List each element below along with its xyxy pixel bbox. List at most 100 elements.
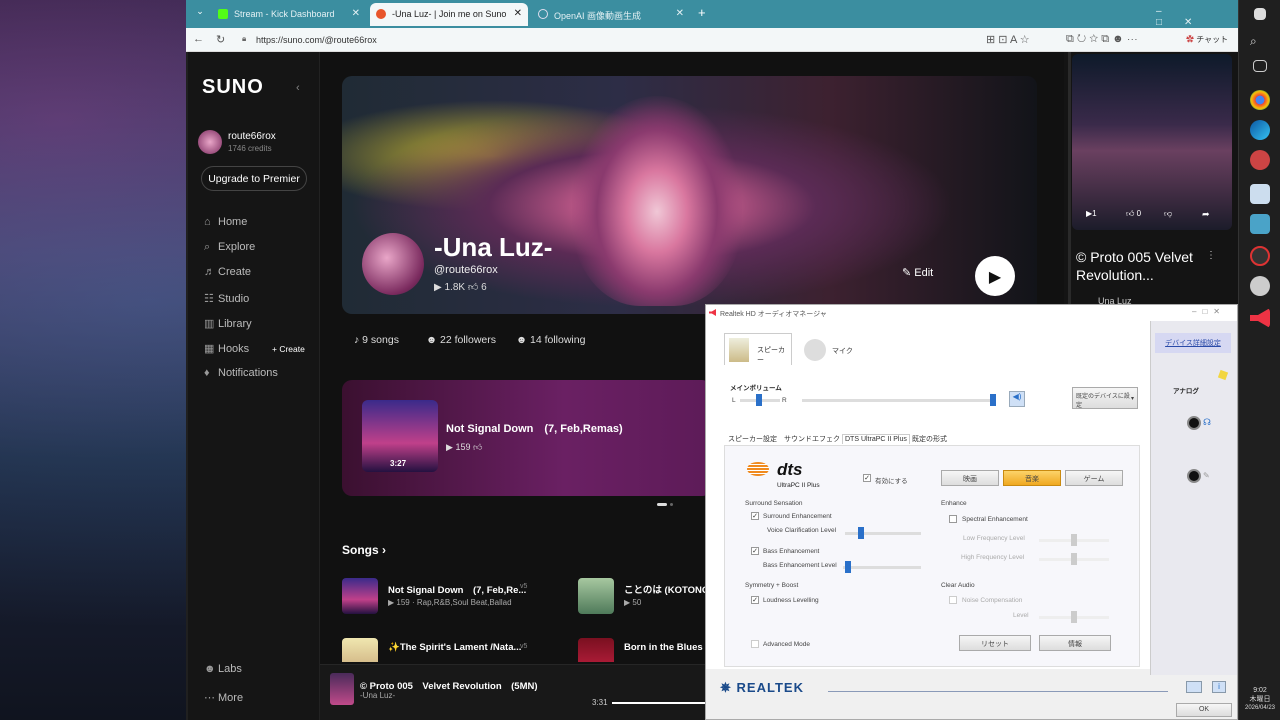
keyboard-icon[interactable] xyxy=(1186,681,1202,693)
copilot-button[interactable]: ✿ チャット xyxy=(1186,34,1228,45)
tab-mic[interactable]: マイク xyxy=(800,337,860,365)
toolbar-icons[interactable]: ⧉ ↻ ☆ ⧉ ☻ ⋯ xyxy=(1066,33,1138,46)
new-tab-icon[interactable]: + xyxy=(698,5,706,20)
noise-level-knob[interactable] xyxy=(1071,611,1077,623)
tab-list-icon[interactable]: ⌄ xyxy=(192,6,208,22)
speaker-icon[interactable] xyxy=(1250,308,1270,328)
info-button[interactable]: 情報 xyxy=(1039,635,1111,651)
extensions-icon[interactable]: ⊞ ⊡ A ☆ xyxy=(986,33,1030,46)
song-title[interactable]: Not Signal Down (7, Feb,Re... xyxy=(388,582,526,596)
song-title[interactable]: ✨The Spirit's Lament /Nata... xyxy=(388,642,521,653)
loudness-checkbox[interactable]: ✓ xyxy=(751,596,759,604)
subtab-default-format[interactable]: 既定の形式 xyxy=(912,434,947,444)
app-icon[interactable] xyxy=(1250,214,1270,234)
avatar[interactable] xyxy=(198,130,222,154)
player-title[interactable]: © Proto 005 Velvet Revolution (5MN) xyxy=(360,678,538,692)
sidebar-item-more[interactable]: ⋯ More xyxy=(204,691,243,704)
device-settings-link[interactable]: デバイス詳細設定 xyxy=(1155,333,1231,353)
tab-speaker[interactable]: スピーカー xyxy=(724,333,792,365)
sidebar-item-explore[interactable]: ⌕ Explore xyxy=(204,241,255,254)
featured-thumbnail[interactable]: 3:27 xyxy=(362,400,438,472)
surround-enhancement-checkbox[interactable]: ✓ xyxy=(751,512,759,520)
sidebar-item-library[interactable]: ▥ Library xyxy=(204,317,252,330)
high-frequency-knob[interactable] xyxy=(1071,553,1077,565)
edit-button[interactable]: ✎ Edit xyxy=(902,266,933,279)
info-icon[interactable]: i xyxy=(1212,681,1226,693)
headphone-jack-icon[interactable] xyxy=(1187,416,1201,430)
mode-movie-button[interactable]: 映画 xyxy=(941,470,999,486)
featured-song-card[interactable]: 3:27 Not Signal Down (7, Feb,Remas) ▶ 15… xyxy=(342,380,712,496)
bass-enhancement-checkbox[interactable]: ✓ xyxy=(751,547,759,555)
dislike-icon[interactable]: 👎︎ xyxy=(1164,209,1172,219)
upgrade-button[interactable]: Upgrade to Premier xyxy=(201,166,307,191)
reset-button[interactable]: リセット xyxy=(959,635,1031,651)
sidebar-item-hooks[interactable]: ▦ Hooks xyxy=(204,342,249,355)
window-controls[interactable]: –□✕ xyxy=(1192,307,1226,316)
low-frequency-knob[interactable] xyxy=(1071,534,1077,546)
file-icon[interactable] xyxy=(1250,184,1270,204)
tab-suno[interactable]: -Una Luz- | Join me on Suno ✕ xyxy=(370,3,528,26)
mode-game-button[interactable]: ゲーム xyxy=(1065,470,1123,486)
app-icon[interactable] xyxy=(1250,276,1270,296)
share-icon[interactable]: ➦ xyxy=(1202,209,1210,220)
songs-count[interactable]: ♪ 9 songs xyxy=(354,334,399,346)
balance-slider-knob[interactable] xyxy=(756,394,762,406)
voice-clarification-slider[interactable] xyxy=(845,532,921,535)
sidebar-item-studio[interactable]: ☷ Studio xyxy=(204,292,249,305)
following-count[interactable]: ☻ 14 following xyxy=(516,334,585,346)
noise-compensation-checkbox[interactable] xyxy=(949,596,957,604)
more-options-icon[interactable]: ⋮ xyxy=(1206,250,1216,261)
songs-header[interactable]: Songs › xyxy=(342,543,386,557)
progress-bar[interactable] xyxy=(612,702,712,704)
carousel-dot[interactable] xyxy=(657,503,667,506)
default-device-dropdown[interactable]: 既定のデバイスに設定 ▾ xyxy=(1072,387,1138,409)
task-view-icon[interactable] xyxy=(1253,60,1267,72)
close-tab-icon[interactable]: ✕ xyxy=(676,8,684,19)
tab-kick[interactable]: Stream - Kick Dashboard ✕ xyxy=(212,3,366,26)
edge-icon[interactable] xyxy=(1250,120,1270,140)
main-volume-slider[interactable] xyxy=(802,399,994,402)
close-tab-icon[interactable]: ✕ xyxy=(514,8,522,19)
subtab-speaker-settings[interactable]: スピーカー設定 xyxy=(728,434,777,444)
like-button[interactable]: 👍︎ 0 xyxy=(1126,209,1141,219)
refresh-icon[interactable]: ↻ xyxy=(216,33,225,46)
like-icon[interactable]: 👍︎ xyxy=(473,442,482,452)
bass-level-knob[interactable] xyxy=(845,561,851,573)
song-item[interactable]: Not Signal Down (7, Feb,Re... ▶ 159 · Ra… xyxy=(342,578,542,618)
voice-clarification-knob[interactable] xyxy=(858,527,864,539)
app-icon[interactable] xyxy=(1250,150,1270,170)
advanced-mode-checkbox[interactable] xyxy=(751,640,759,648)
song-thumbnail[interactable] xyxy=(342,638,378,662)
close-tab-icon[interactable]: ✕ xyxy=(352,8,360,19)
song-thumbnail[interactable] xyxy=(342,578,378,614)
subtab-sound-effects[interactable]: サウンドエフェクト xyxy=(784,434,847,444)
user-name[interactable]: route66rox xyxy=(228,131,276,142)
ok-button[interactable]: OK xyxy=(1176,703,1232,717)
url-field[interactable]: 🔒︎ https://suno.com/@route66rox xyxy=(238,31,988,49)
sidebar-item-home[interactable]: ⌂ Home xyxy=(204,216,247,228)
search-icon[interactable]: ⌕ xyxy=(1250,34,1270,54)
tab-openai[interactable]: OpenAI 画像動画生成 ✕ xyxy=(532,3,690,26)
mute-speaker-icon[interactable]: ◀) xyxy=(1009,391,1025,407)
play-button[interactable]: ▶ xyxy=(975,256,1015,296)
carousel-dot[interactable] xyxy=(670,503,673,506)
app-icon[interactable] xyxy=(1250,246,1270,266)
bass-level-slider[interactable] xyxy=(843,566,921,569)
main-volume-slider-knob[interactable] xyxy=(990,394,996,406)
folder-icon[interactable] xyxy=(1217,369,1229,381)
followers-count[interactable]: ☻ 22 followers xyxy=(426,334,496,346)
spectral-checkbox[interactable] xyxy=(949,515,957,523)
now-playing-title[interactable]: © Proto 005 Velvet Revolution... xyxy=(1076,248,1226,284)
mic-jack-icon[interactable] xyxy=(1187,469,1201,483)
song-thumbnail[interactable] xyxy=(578,638,614,662)
song-thumbnail[interactable] xyxy=(578,578,614,614)
dts-enable-checkbox[interactable]: ✓ xyxy=(863,474,871,482)
play-icon[interactable]: ▶︎1 xyxy=(1086,209,1097,218)
song-item[interactable]: ✨The Spirit's Lament /Nata... v5 xyxy=(342,638,542,662)
featured-title[interactable]: Not Signal Down (7, Feb,Remas) xyxy=(446,420,623,436)
sidebar-item-labs[interactable]: ☻ Labs xyxy=(204,663,242,675)
sidebar-item-create[interactable]: ♬ Create xyxy=(204,266,251,278)
sidebar-item-notifications[interactable]: ♦ Notifications xyxy=(204,367,278,379)
window-controls[interactable]: –□✕ xyxy=(1156,6,1238,28)
windows-start-icon[interactable] xyxy=(1254,8,1266,20)
